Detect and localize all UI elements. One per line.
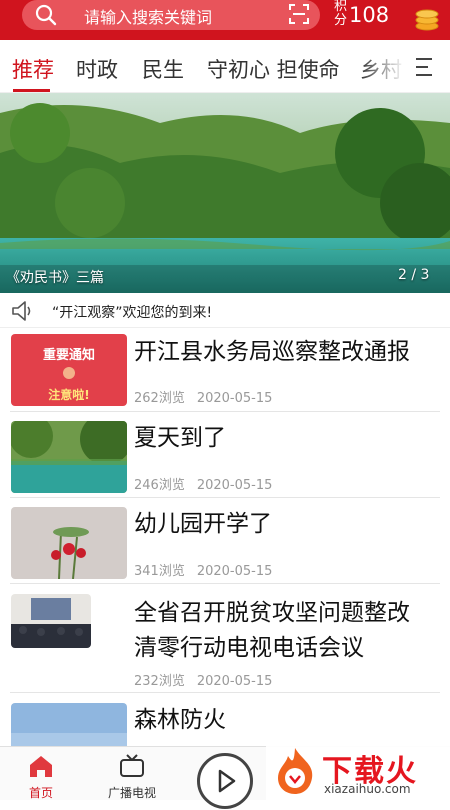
news-meta: 262浏览 2020-05-15 — [134, 387, 272, 406]
tab-politics[interactable]: 时政 — [76, 54, 118, 84]
tv-icon — [120, 754, 144, 777]
tab-recommend[interactable]: 推荐 — [12, 54, 54, 84]
nav-home[interactable]: 首页 — [16, 753, 66, 801]
points-label: 积分 — [334, 0, 348, 28]
banner-caption: 《劝民书》三篇 — [6, 270, 104, 286]
news-meta: 246浏览 2020-05-15 — [134, 474, 272, 493]
news-title: 幼儿园开学了 — [134, 511, 272, 537]
nav-home-label: 首页 — [28, 786, 53, 800]
news-title-line-2: 清零行动电视电话会议 — [134, 635, 364, 661]
news-thumbnail — [11, 594, 91, 648]
news-title: 开江县水务局巡察整改通报 — [134, 339, 410, 365]
notice-text: “开江观察”欢迎您的到来! — [52, 305, 213, 321]
news-title-line-1: 全省召开脱贫攻坚问题整改 — [134, 600, 410, 626]
watermark: 下载火 xiazaihuo.com — [266, 742, 450, 800]
coins-icon[interactable] — [414, 4, 440, 32]
speaker-icon — [12, 301, 31, 321]
search-bar[interactable]: 请输入搜索关键词 — [22, 0, 320, 30]
banner-carousel[interactable]: 《劝民书》三篇 2 / 3 — [0, 93, 450, 293]
search-icon — [35, 4, 57, 26]
news-thumbnail — [11, 507, 127, 579]
nav-play-button[interactable] — [197, 753, 253, 809]
channel-tabs: 推荐 时政 民生 守初心 担使命 乡村 — [0, 40, 450, 93]
scan-icon[interactable] — [288, 3, 310, 25]
play-icon — [218, 769, 236, 793]
publish-date: 2020-05-15 — [196, 564, 273, 579]
news-meta: 341浏览 2020-05-15 — [134, 560, 272, 579]
news-item[interactable]: 幼儿园开学了 341浏览 2020-05-15 — [0, 498, 450, 584]
watermark-url: xiazaihuo.com — [324, 782, 411, 796]
menu-icon[interactable] — [412, 54, 440, 80]
top-header: 请输入搜索关键词 积分 108 — [0, 0, 450, 40]
banner-page-indicator: 2 / 3 — [398, 267, 430, 283]
hand-icon — [63, 367, 75, 379]
tabs-fade — [360, 40, 410, 92]
home-icon — [30, 756, 52, 777]
publish-date: 2020-05-15 — [196, 391, 273, 406]
thumb-text-top: 重要通知 — [42, 348, 95, 363]
tab-mission[interactable]: 守初心 担使命 — [207, 54, 340, 84]
nav-broadcast[interactable]: 广播电视 — [100, 753, 164, 801]
banner-image — [0, 93, 450, 293]
active-tab-indicator — [13, 89, 50, 92]
news-title: 森林防火 — [134, 707, 226, 733]
notice-bar[interactable]: “开江观察”欢迎您的到来! — [0, 294, 450, 328]
view-count: 341浏览 — [134, 564, 185, 579]
nav-broadcast-label: 广播电视 — [107, 786, 156, 800]
search-placeholder: 请输入搜索关键词 — [84, 8, 213, 27]
view-count: 246浏览 — [134, 478, 185, 493]
news-thumbnail — [11, 421, 127, 493]
news-item[interactable]: 森林防火 — [0, 693, 450, 775]
view-count: 262浏览 — [134, 391, 185, 406]
news-thumbnail: 重要通知 注意啦! — [11, 334, 127, 406]
thumb-text-bottom: 注意啦! — [48, 388, 90, 402]
publish-date: 2020-05-15 — [196, 478, 273, 493]
flame-logo — [278, 748, 313, 794]
points-value[interactable]: 108 — [349, 3, 389, 27]
news-item[interactable]: 重要通知 注意啦! 开江县水务局巡察整改通报 262浏览 2020-05-15 — [0, 329, 450, 412]
news-title: 夏天到了 — [134, 425, 226, 451]
news-meta: 232浏览 2020-05-15 — [134, 670, 272, 689]
news-item[interactable]: 全省召开脱贫攻坚问题整改 清零行动电视电话会议 232浏览 2020-05-15 — [0, 584, 450, 693]
view-count: 232浏览 — [134, 674, 185, 689]
tab-livelihood[interactable]: 民生 — [142, 54, 184, 84]
news-item[interactable]: 夏天到了 246浏览 2020-05-15 — [0, 412, 450, 498]
publish-date: 2020-05-15 — [196, 674, 273, 689]
